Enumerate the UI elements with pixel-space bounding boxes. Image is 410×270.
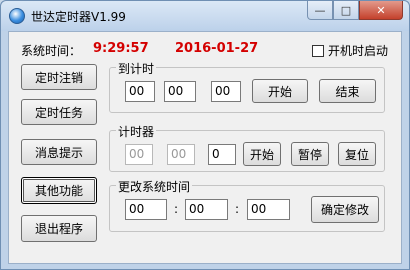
window-title: 世达定时器V1.99 bbox=[31, 10, 126, 24]
maximize-icon[interactable]: □ bbox=[333, 1, 359, 20]
startup-label: 开机时启动 bbox=[328, 44, 389, 58]
clock-app-icon bbox=[9, 8, 25, 24]
stopwatch-title: 计时器 bbox=[116, 123, 157, 140]
title-bar[interactable]: 世达定时器V1.99 — □ ✕ bbox=[1, 1, 409, 31]
window-controls: — □ ✕ bbox=[307, 1, 403, 21]
minimize-icon[interactable]: — bbox=[307, 1, 333, 20]
message-reminder-button[interactable]: 消息提示 bbox=[21, 139, 97, 165]
change-time-title: 更改系统时间 bbox=[116, 178, 193, 195]
countdown-title: 到计时 bbox=[116, 60, 157, 77]
countdown-start-button[interactable]: 开始 bbox=[252, 79, 308, 103]
time-separator: : bbox=[174, 202, 179, 216]
stopwatch-start-button[interactable]: 开始 bbox=[243, 142, 281, 166]
system-time-label: 系统时间： bbox=[21, 44, 82, 58]
system-time-value: 9:29:57 bbox=[93, 41, 149, 56]
countdown-minutes-input[interactable]: 00 bbox=[164, 81, 196, 102]
startup-checkbox[interactable]: 开机时启动 bbox=[312, 42, 388, 59]
stopwatch-hours-input: 00 bbox=[125, 144, 153, 165]
change-time-hours-input[interactable]: 00 bbox=[125, 199, 167, 220]
system-date-value: 2016-01-27 bbox=[175, 41, 259, 56]
close-icon[interactable]: ✕ bbox=[359, 1, 403, 20]
time-separator: : bbox=[235, 202, 240, 216]
timed-logout-button[interactable]: 定时注销 bbox=[21, 64, 97, 90]
other-functions-button[interactable]: 其他功能 bbox=[21, 177, 97, 204]
timed-task-button[interactable]: 定时任务 bbox=[21, 99, 97, 125]
countdown-seconds-input[interactable]: 00 bbox=[211, 81, 241, 102]
stopwatch-minutes-input: 00 bbox=[167, 144, 195, 165]
client-area: 系统时间： 9:29:57 2016-01-27 开机时启动 定时注销 定时任务… bbox=[8, 31, 402, 264]
stopwatch-seconds-input: 0 bbox=[208, 144, 236, 165]
countdown-hours-input[interactable]: 00 bbox=[125, 81, 155, 102]
exit-program-button[interactable]: 退出程序 bbox=[21, 215, 97, 242]
countdown-end-button[interactable]: 结束 bbox=[319, 79, 376, 103]
app-window: 世达定时器V1.99 — □ ✕ 系统时间： 9:29:57 2016-01-2… bbox=[0, 0, 410, 270]
stopwatch-reset-button[interactable]: 复位 bbox=[338, 142, 376, 166]
checkbox-box[interactable] bbox=[312, 44, 324, 57]
stopwatch-pause-button[interactable]: 暂停 bbox=[291, 142, 329, 166]
confirm-change-button[interactable]: 确定修改 bbox=[311, 196, 379, 223]
change-time-seconds-input[interactable]: 00 bbox=[247, 199, 290, 220]
change-time-minutes-input[interactable]: 00 bbox=[185, 199, 228, 220]
